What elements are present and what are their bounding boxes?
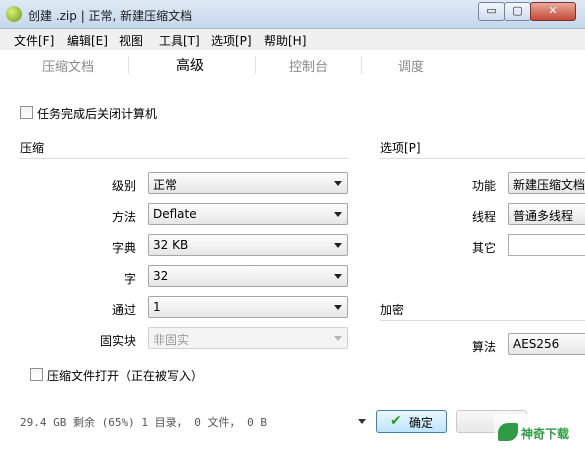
options-section-title: 选项[P] <box>380 141 421 155</box>
tab-separator <box>361 56 362 74</box>
function-select[interactable]: 新建压缩文档 <box>508 172 585 194</box>
status-text: 29.4 GB 剩余 (65%) 1 目录， 0 文件， 0 B <box>20 416 267 429</box>
solid-block-select: 非固实 <box>148 327 348 349</box>
chevron-down-icon <box>334 305 342 310</box>
shutdown-checkbox[interactable] <box>20 106 33 119</box>
threads-select[interactable]: 普通多线程 <box>508 203 585 225</box>
function-value: 新建压缩文档 <box>513 178 585 192</box>
other-input[interactable] <box>508 234 585 256</box>
ok-button-label: 确定 <box>409 416 434 430</box>
algorithm-value: AES256 <box>513 337 560 351</box>
check-icon: ✔ <box>390 413 402 429</box>
threads-label: 线程 <box>472 210 497 224</box>
leaf-logo-icon <box>498 423 518 441</box>
level-select[interactable]: 正常 <box>148 172 348 194</box>
tab-console[interactable]: 控制台 <box>289 56 328 75</box>
chevron-down-icon <box>334 336 342 341</box>
compression-section-title: 压缩 <box>20 141 45 155</box>
method-label: 方法 <box>112 210 137 224</box>
watermark: 神奇下载 <box>494 414 585 454</box>
menu-help[interactable]: 帮助[H] <box>264 32 306 49</box>
word-select[interactable]: 32 <box>148 265 348 287</box>
menu-options[interactable]: 选项[P] <box>211 32 252 49</box>
tab-advanced[interactable]: 高级 <box>176 55 204 75</box>
passes-select[interactable]: 1 <box>148 296 348 318</box>
dictionary-label: 字典 <box>112 241 137 255</box>
tab-bar: 压缩文档 高级 控制台 调度 <box>0 50 585 80</box>
algorithm-label: 算法 <box>472 340 497 354</box>
tab-archive[interactable]: 压缩文档 <box>42 56 94 75</box>
encryption-section-rule <box>380 320 585 321</box>
window-title: 创建 .zip | 正常, 新建压缩文档 <box>28 9 193 23</box>
menu-tools[interactable]: 工具[T] <box>159 32 200 49</box>
passes-value: 1 <box>153 300 161 314</box>
app-icon <box>6 6 22 22</box>
menu-file[interactable]: 文件[F] <box>14 32 54 49</box>
method-select[interactable]: Deflate <box>148 203 348 225</box>
shutdown-checkbox-label: 任务完成后关闭计算机 <box>37 107 158 121</box>
title-bar: 创建 .zip | 正常, 新建压缩文档 ▭ ▢ ✕ <box>0 0 585 29</box>
function-label: 功能 <box>472 179 497 193</box>
compress-open-checkbox[interactable] <box>30 368 43 381</box>
method-value: Deflate <box>153 207 197 221</box>
algorithm-select[interactable]: AES256 <box>508 333 585 355</box>
watermark-text: 神奇下载 <box>521 427 570 441</box>
other-label: 其它 <box>472 241 497 255</box>
dictionary-select[interactable]: 32 KB <box>148 234 348 256</box>
encryption-section-title: 加密 <box>380 303 405 317</box>
tab-separator <box>128 56 129 74</box>
menu-view[interactable]: 视图 <box>119 32 143 49</box>
solid-block-value: 非固实 <box>153 333 190 347</box>
chevron-down-icon <box>334 212 342 217</box>
minimize-button[interactable]: ▭ <box>478 2 505 21</box>
word-value: 32 <box>153 269 169 283</box>
chevron-down-icon <box>334 274 342 279</box>
advanced-panel: 任务完成后关闭计算机 压缩 级别 正常 方法 Deflate 字典 32 KB … <box>0 80 585 454</box>
ok-button[interactable]: ✔ 确定 <box>376 410 447 433</box>
tab-schedule[interactable]: 调度 <box>398 56 424 75</box>
chevron-down-icon <box>334 181 342 186</box>
passes-label: 通过 <box>112 303 137 317</box>
menu-bar: 文件[F] 编辑[E] 视图 工具[T] 选项[P] 帮助[H] <box>0 29 585 50</box>
compress-open-checkbox-label: 压缩文件打开（正在被写入） <box>47 369 204 383</box>
level-value: 正常 <box>153 178 178 192</box>
chevron-down-icon <box>334 243 342 248</box>
threads-value: 普通多线程 <box>513 209 574 223</box>
close-button[interactable]: ✕ <box>530 2 576 21</box>
dictionary-value: 32 KB <box>153 238 189 252</box>
word-label: 字 <box>124 272 137 286</box>
maximize-button[interactable]: ▢ <box>504 2 531 21</box>
options-section-rule <box>380 158 585 159</box>
menu-edit[interactable]: 编辑[E] <box>67 32 108 49</box>
chevron-down-icon[interactable] <box>358 419 366 424</box>
solid-block-label: 固实块 <box>100 334 137 348</box>
level-label: 级别 <box>112 179 137 193</box>
compression-section-rule <box>20 158 348 159</box>
tab-separator <box>255 56 256 74</box>
